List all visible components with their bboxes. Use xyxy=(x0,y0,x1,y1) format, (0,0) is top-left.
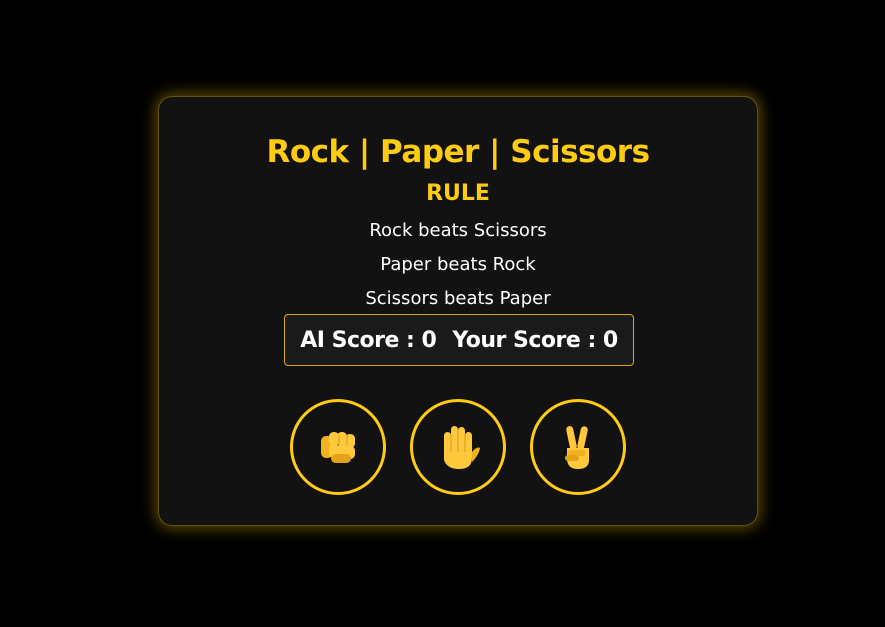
scoreboard: AI Score : 0 Your Score : 0 xyxy=(284,314,634,366)
user-score-label: Your Score : xyxy=(452,327,603,353)
ai-score: AI Score : 0 xyxy=(300,327,437,353)
paper-button[interactable] xyxy=(410,399,506,495)
rule-rock: Rock beats Scissors xyxy=(369,220,547,241)
game-title: Rock | Paper | Scissors xyxy=(266,134,650,170)
scissors-button[interactable] xyxy=(530,399,626,495)
rule-scissors: Scissors beats Paper xyxy=(365,288,551,309)
choice-buttons xyxy=(159,399,757,495)
user-score: Your Score : 0 xyxy=(452,327,618,353)
rock-button[interactable] xyxy=(290,399,386,495)
raised-hand-icon xyxy=(444,426,480,469)
ai-score-label: AI Score : xyxy=(300,327,422,353)
victory-hand-icon xyxy=(565,426,589,469)
rule-heading: RULE xyxy=(426,181,490,206)
ai-score-value: 0 xyxy=(421,327,437,353)
user-score-value: 0 xyxy=(602,327,618,353)
rule-paper: Paper beats Rock xyxy=(380,254,536,275)
game-card: Rock | Paper | Scissors RULE Rock beats … xyxy=(158,96,758,526)
fist-icon xyxy=(321,432,355,463)
